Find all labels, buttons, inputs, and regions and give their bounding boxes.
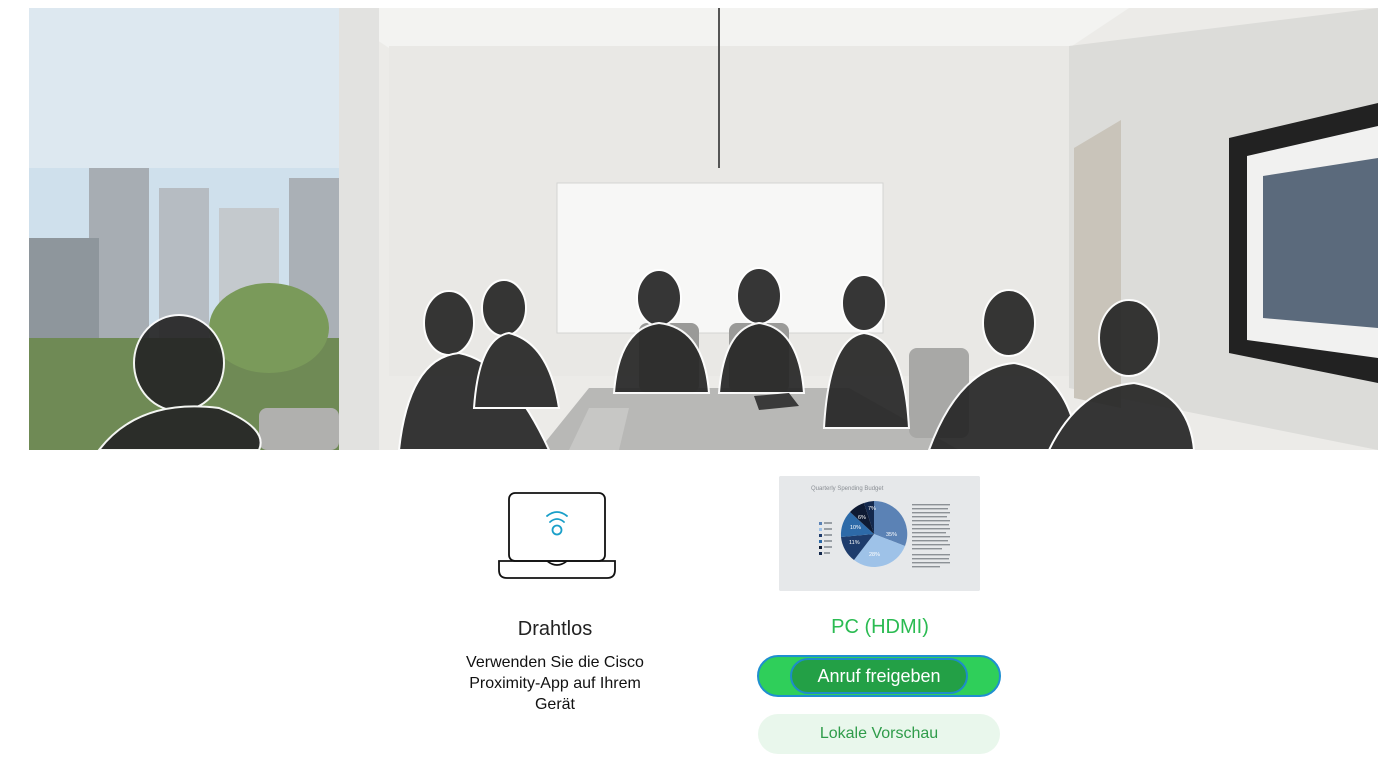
slice-label: 7% <box>868 506 876 512</box>
slice-label: 35% <box>886 532 897 538</box>
slice-label: 10% <box>850 525 861 531</box>
thumbnail-heading: Quarterly Spending Budget <box>811 486 884 492</box>
meeting-room-illustration <box>29 8 1378 450</box>
slice-label: 28% <box>869 552 880 558</box>
top-bar <box>0 0 1378 8</box>
local-preview-button[interactable]: Lokale Vorschau <box>758 714 1000 754</box>
share-in-call-button-outline[interactable]: Anruf freigeben <box>757 655 1001 697</box>
slice-label: 11% <box>849 540 860 546</box>
pc-screen-thumbnail[interactable]: Quarterly Spending Budget 35% 28% 11% 10… <box>779 476 980 591</box>
slice-label: 6% <box>858 515 866 521</box>
wireless-description: Verwenden Sie die Cisco Proximity-App au… <box>466 654 644 713</box>
left-bar <box>0 0 29 783</box>
pc-hdmi-title: PC (HDMI) <box>831 616 929 638</box>
laptop-wireless-icon <box>497 490 617 585</box>
share-in-call-button[interactable]: Anruf freigeben <box>790 658 968 694</box>
wireless-title: Drahtlos <box>517 618 593 640</box>
